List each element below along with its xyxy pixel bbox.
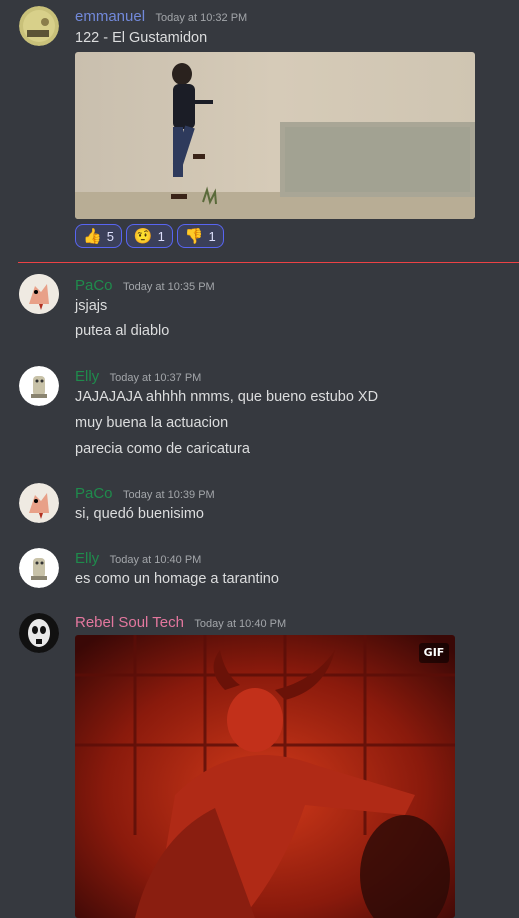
author-name[interactable]: PaCo xyxy=(75,277,113,294)
raised-eyebrow-icon: 🤨 xyxy=(133,227,153,245)
avatar[interactable] xyxy=(19,548,59,588)
message-header: Elly Today at 10:37 PM xyxy=(75,368,201,386)
reaction-count: 1 xyxy=(208,228,216,244)
message-text: JAJAJAJA ahhhh nmms, que bueno estubo XD xyxy=(75,389,379,405)
avatar[interactable] xyxy=(19,6,59,46)
message-header: emmanuel Today at 10:32 PM xyxy=(75,8,247,26)
author-name[interactable]: emmanuel xyxy=(75,8,145,25)
message-text: es como un homage a tarantino xyxy=(75,571,279,587)
gif-badge: GIF xyxy=(419,643,449,663)
author-name[interactable]: Rebel Soul Tech xyxy=(75,614,184,631)
reaction-thumbs-up[interactable]: 👍 5 xyxy=(75,224,122,248)
message-text: si, quedó buenisimo xyxy=(75,506,204,522)
message-header: PaCo Today at 10:35 PM xyxy=(75,277,215,295)
avatar[interactable] xyxy=(19,483,59,523)
thumbs-down-icon: 👎 xyxy=(184,227,204,245)
message-header: Rebel Soul Tech Today at 10:40 PM xyxy=(75,614,286,632)
reactions-bar: 👍 5 🤨 1 👎 1 xyxy=(75,224,224,248)
avatar[interactable] xyxy=(19,274,59,314)
message-header: PaCo Today at 10:39 PM xyxy=(75,485,215,503)
timestamp: Today at 10:40 PM xyxy=(109,554,202,566)
message-text: parecia como de caricatura xyxy=(75,441,250,457)
timestamp: Today at 10:40 PM xyxy=(194,618,287,630)
avatar[interactable] xyxy=(19,613,59,653)
gif-embed[interactable]: GIF xyxy=(75,635,455,918)
new-messages-divider xyxy=(18,262,519,263)
timestamp: Today at 10:32 PM xyxy=(155,12,248,24)
message-text: 122 - El Gustamidon xyxy=(75,30,208,46)
author-name[interactable]: PaCo xyxy=(75,485,113,502)
reaction-raised-eyebrow[interactable]: 🤨 1 xyxy=(125,224,173,248)
message-header: Elly Today at 10:40 PM xyxy=(75,550,201,568)
avatar[interactable] xyxy=(19,366,59,406)
thumbs-up-icon: 👍 xyxy=(83,227,102,245)
timestamp: Today at 10:37 PM xyxy=(109,372,202,384)
timestamp: Today at 10:39 PM xyxy=(122,489,215,501)
message-text: jsjajs xyxy=(75,298,108,314)
reaction-count: 1 xyxy=(157,228,165,244)
author-name[interactable]: Elly xyxy=(75,550,99,567)
reaction-count: 5 xyxy=(106,228,114,244)
reaction-thumbs-down[interactable]: 👎 1 xyxy=(176,224,224,248)
author-name[interactable]: Elly xyxy=(75,368,99,385)
message-text: muy buena la actuacion xyxy=(75,415,229,431)
video-thumbnail[interactable] xyxy=(75,52,475,219)
message-text: putea al diablo xyxy=(75,323,170,339)
timestamp: Today at 10:35 PM xyxy=(122,281,215,293)
